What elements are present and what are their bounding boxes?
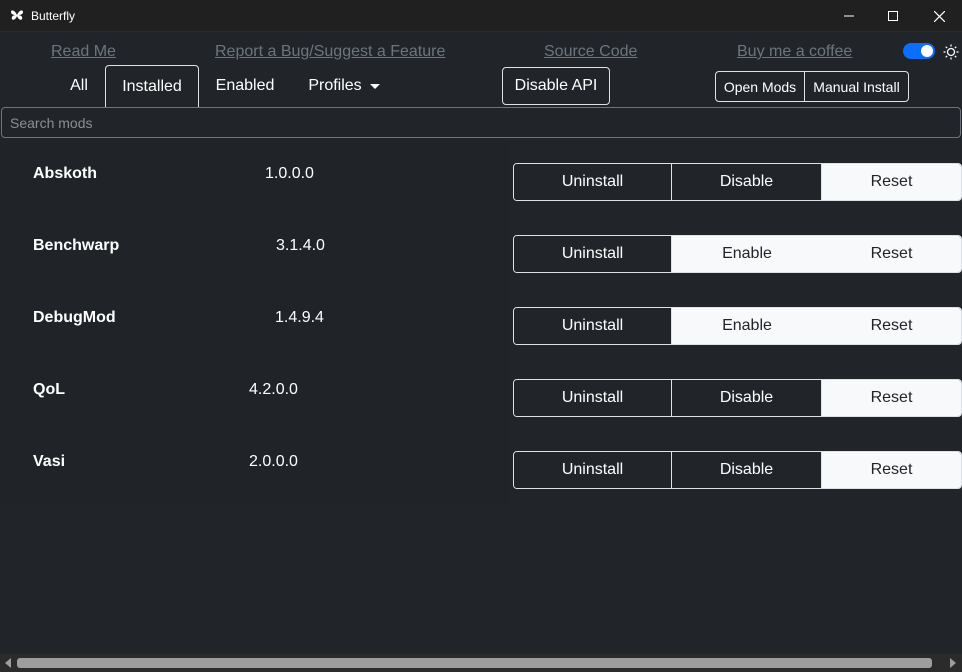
- scrollbar-thumb[interactable]: [17, 658, 932, 668]
- reset-button[interactable]: Reset: [822, 164, 961, 200]
- enable-button[interactable]: Enable: [672, 308, 822, 344]
- uninstall-button[interactable]: Uninstall: [514, 164, 672, 200]
- reset-button[interactable]: Reset: [822, 380, 961, 416]
- mod-version: 2.0.0.0: [249, 453, 298, 470]
- tab-installed[interactable]: Installed: [105, 65, 199, 107]
- source-code-link[interactable]: Source Code: [544, 43, 637, 61]
- mod-name: Benchwarp: [33, 237, 120, 254]
- theme-toggle[interactable]: [903, 43, 935, 59]
- tab-enabled[interactable]: Enabled: [205, 65, 285, 107]
- mod-name: Abskoth: [33, 165, 97, 182]
- mod-version: 4.2.0.0: [249, 381, 298, 398]
- mod-name: DebugMod: [33, 309, 116, 326]
- mod-version: 3.1.4.0: [276, 237, 325, 254]
- mod-name: QoL: [33, 381, 65, 398]
- report-bug-link[interactable]: Report a Bug/Suggest a Feature: [215, 43, 445, 61]
- open-mods-button[interactable]: Open Mods: [716, 72, 805, 101]
- minimize-icon: [844, 15, 854, 17]
- close-icon: [933, 10, 945, 22]
- window-title: Butterfly: [31, 9, 76, 23]
- tab-profiles-label: Profiles: [308, 77, 362, 94]
- tab-profiles[interactable]: Profiles: [298, 65, 390, 107]
- uninstall-button[interactable]: Uninstall: [514, 308, 672, 344]
- mod-actions: Uninstall Disable Reset: [513, 163, 962, 201]
- mod-actions: Uninstall Enable Reset: [513, 307, 962, 345]
- manual-install-button[interactable]: Manual Install: [805, 72, 908, 101]
- reset-button[interactable]: Reset: [822, 236, 961, 272]
- enable-button[interactable]: Enable: [672, 236, 822, 272]
- horizontal-scrollbar[interactable]: [0, 654, 962, 672]
- reset-button[interactable]: Reset: [822, 452, 961, 488]
- mod-version: 1.0.0.0: [265, 165, 314, 182]
- disable-button[interactable]: Disable: [672, 452, 822, 488]
- butterfly-icon: [11, 10, 23, 20]
- mod-actions: Uninstall Enable Reset: [513, 235, 962, 273]
- disable-api-button[interactable]: Disable API: [502, 67, 610, 105]
- sun-icon: [943, 44, 959, 60]
- uninstall-button[interactable]: Uninstall: [514, 380, 672, 416]
- reset-button[interactable]: Reset: [822, 308, 961, 344]
- title-bar: Butterfly: [0, 0, 962, 32]
- disable-button[interactable]: Disable: [672, 380, 822, 416]
- caret-down-icon: [369, 83, 380, 89]
- mods-button-group: Open Mods Manual Install: [715, 71, 909, 102]
- scroll-left-icon[interactable]: [5, 658, 11, 668]
- uninstall-button[interactable]: Uninstall: [514, 236, 672, 272]
- mod-version: 1.4.9.4: [275, 309, 324, 326]
- mod-name: Vasi: [33, 453, 66, 470]
- close-button[interactable]: [916, 0, 962, 32]
- read-me-link[interactable]: Read Me: [51, 43, 116, 61]
- tab-all[interactable]: All: [58, 65, 100, 107]
- maximize-button[interactable]: [870, 0, 916, 32]
- uninstall-button[interactable]: Uninstall: [514, 452, 672, 488]
- mod-actions: Uninstall Disable Reset: [513, 379, 962, 417]
- search-input[interactable]: Search mods: [1, 107, 961, 138]
- disable-button[interactable]: Disable: [672, 164, 822, 200]
- minimize-button[interactable]: [826, 0, 872, 32]
- buy-coffee-link[interactable]: Buy me a coffee: [737, 43, 852, 61]
- toggle-knob: [921, 45, 933, 57]
- scroll-right-icon[interactable]: [950, 658, 956, 668]
- mod-actions: Uninstall Disable Reset: [513, 451, 962, 489]
- maximize-icon: [888, 11, 898, 21]
